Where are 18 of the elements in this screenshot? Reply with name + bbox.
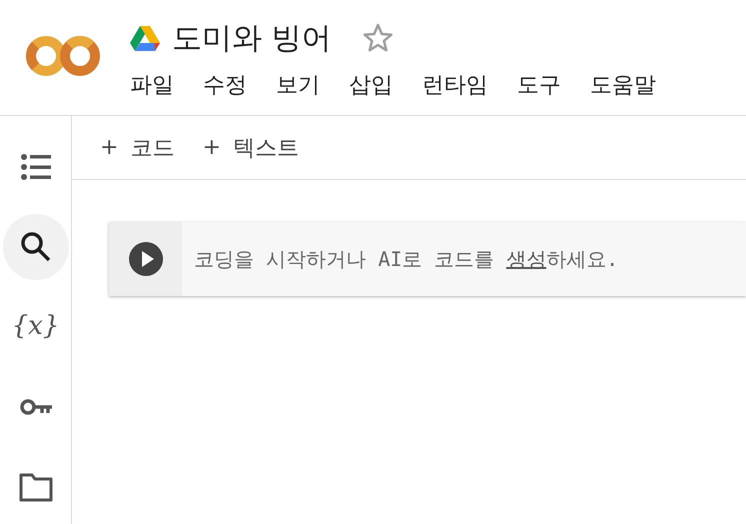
cell-placeholder: 코딩을 시작하거나 AI로 코드를 생성하세요.	[194, 246, 618, 272]
notebook-title[interactable]: 도미와 빙어	[172, 18, 332, 58]
star-icon[interactable]	[362, 22, 394, 54]
menu-item[interactable]: 수정	[203, 70, 247, 100]
variables-icon: {x}	[12, 311, 60, 343]
menu-item[interactable]: 도구	[517, 70, 561, 100]
sidebar-button[interactable]: {x}	[2, 294, 68, 360]
menu-item[interactable]: 파일	[130, 70, 174, 100]
run-button[interactable]	[128, 241, 164, 277]
menu-item[interactable]: 보기	[276, 70, 320, 100]
add-cell-button[interactable]: + 코드	[100, 132, 174, 162]
menu-item[interactable]: 도움말	[590, 70, 656, 100]
add-cell-button[interactable]: + 텍스트	[202, 132, 299, 162]
generate-link[interactable]: 생성	[506, 246, 546, 270]
menu-item[interactable]: 삽입	[349, 70, 393, 100]
menu-item[interactable]: 런타임	[422, 70, 488, 100]
code-cell[interactable]: 코딩을 시작하거나 AI로 코드를 생성하세요.	[109, 222, 746, 296]
drive-icon[interactable]	[130, 25, 160, 51]
